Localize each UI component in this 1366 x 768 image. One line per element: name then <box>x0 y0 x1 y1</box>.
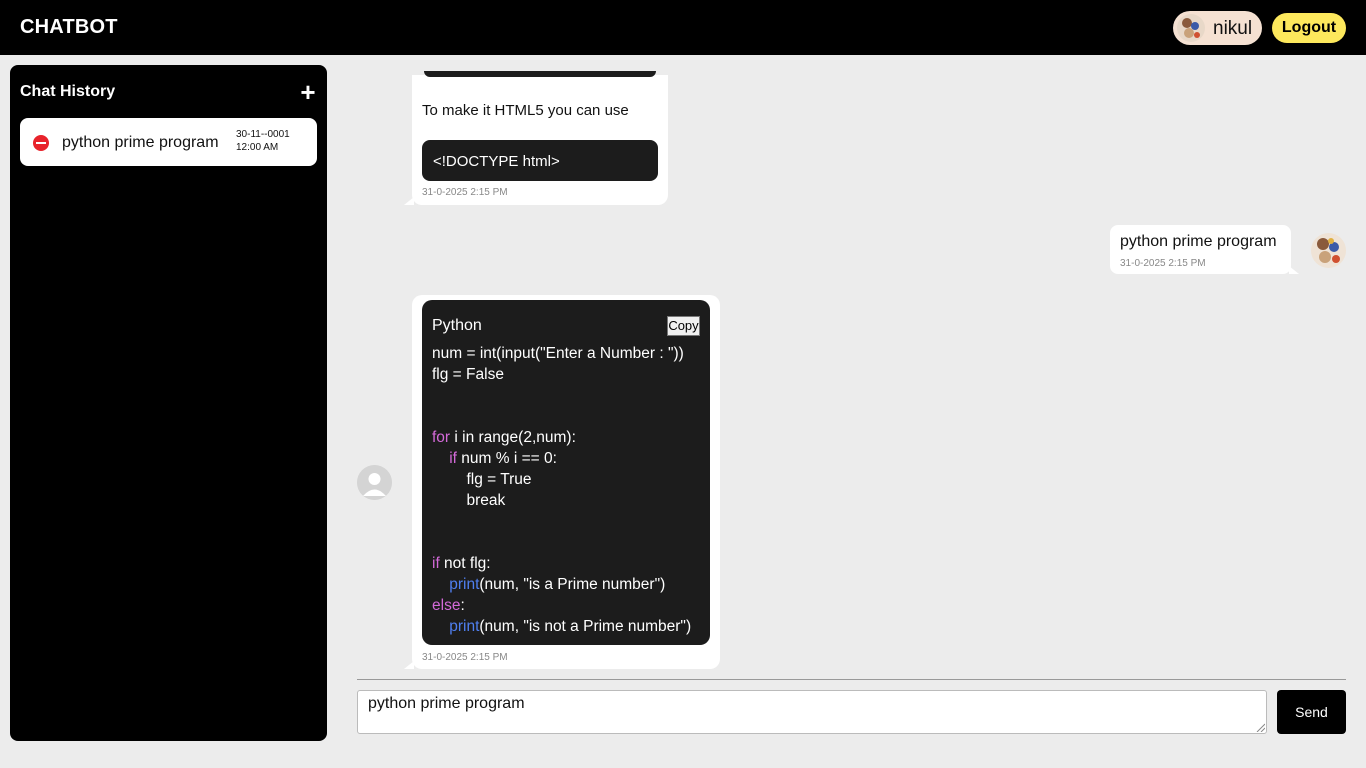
code-content: num = int(input("Enter a Number : ")) flg… <box>432 343 691 637</box>
logout-button[interactable]: Logout <box>1272 13 1346 43</box>
code-line: num = int(input("Enter a Number : ")) <box>432 345 684 362</box>
code-snippet: <!DOCTYPE html> <box>422 140 658 181</box>
message-text: To make it HTML5 you can use <box>422 102 629 119</box>
code-line: for i in range(2,num): <box>432 429 576 446</box>
message-input[interactable] <box>357 690 1267 734</box>
history-time-text: 12:00 AM <box>236 142 279 153</box>
resize-grip-icon[interactable] <box>1255 722 1265 732</box>
history-item-date: 30-11--0001 12:00 AM <box>236 128 290 154</box>
code-language-label: Python <box>432 317 482 334</box>
new-chat-button[interactable]: + <box>299 79 317 105</box>
code-line: if num % i == 0: <box>449 450 557 467</box>
delete-icon[interactable] <box>33 135 49 151</box>
user-avatar <box>1177 14 1205 42</box>
history-item-label: python prime program <box>62 134 219 151</box>
history-item[interactable]: python prime program 30-11--0001 12:00 A… <box>20 118 317 166</box>
sidebar-title: Chat History <box>20 83 116 100</box>
message-timestamp: 31-0-2025 2:15 PM <box>422 652 508 663</box>
send-button[interactable]: Send <box>1277 690 1346 734</box>
bubble-tail <box>404 197 414 205</box>
message-timestamp: 31-0-2025 2:15 PM <box>422 187 508 198</box>
chat-history-sidebar: Chat History + python prime program 30-1… <box>10 65 327 741</box>
username: nikul <box>1213 18 1253 39</box>
code-line: flg = True <box>466 471 532 488</box>
message-text: python prime program <box>1120 233 1277 250</box>
user-profile-chip[interactable]: nikul <box>1173 11 1262 45</box>
code-line: print(num, "is a Prime number") <box>449 576 666 593</box>
code-line: else: <box>432 597 465 614</box>
code-line: break <box>466 492 506 509</box>
copy-button[interactable]: Copy <box>667 316 700 336</box>
bot-avatar-icon <box>357 465 392 500</box>
history-date-text: 30-11--0001 <box>236 129 290 140</box>
bubble-tail <box>1289 266 1299 274</box>
code-block-fragment <box>424 71 656 77</box>
code-line: print(num, "is not a Prime number") <box>449 618 692 635</box>
user-message-avatar <box>1311 233 1346 268</box>
app-title: CHATBOT <box>20 16 118 38</box>
top-bar: CHATBOT nikul Logout <box>0 0 1366 55</box>
code-line: if not flg: <box>432 555 491 572</box>
code-line: flg = False <box>432 366 504 383</box>
composer-divider <box>357 679 1346 680</box>
message-timestamp: 31-0-2025 2:15 PM <box>1120 258 1206 269</box>
bot-message: Python Copy num = int(input("Enter a Num… <box>412 295 720 669</box>
bubble-tail <box>404 661 414 669</box>
user-message: python prime program 31-0-2025 2:15 PM <box>1110 225 1291 274</box>
bot-message: To make it HTML5 you can use <!DOCTYPE h… <box>412 71 668 205</box>
code-block: Python Copy num = int(input("Enter a Num… <box>422 300 710 645</box>
